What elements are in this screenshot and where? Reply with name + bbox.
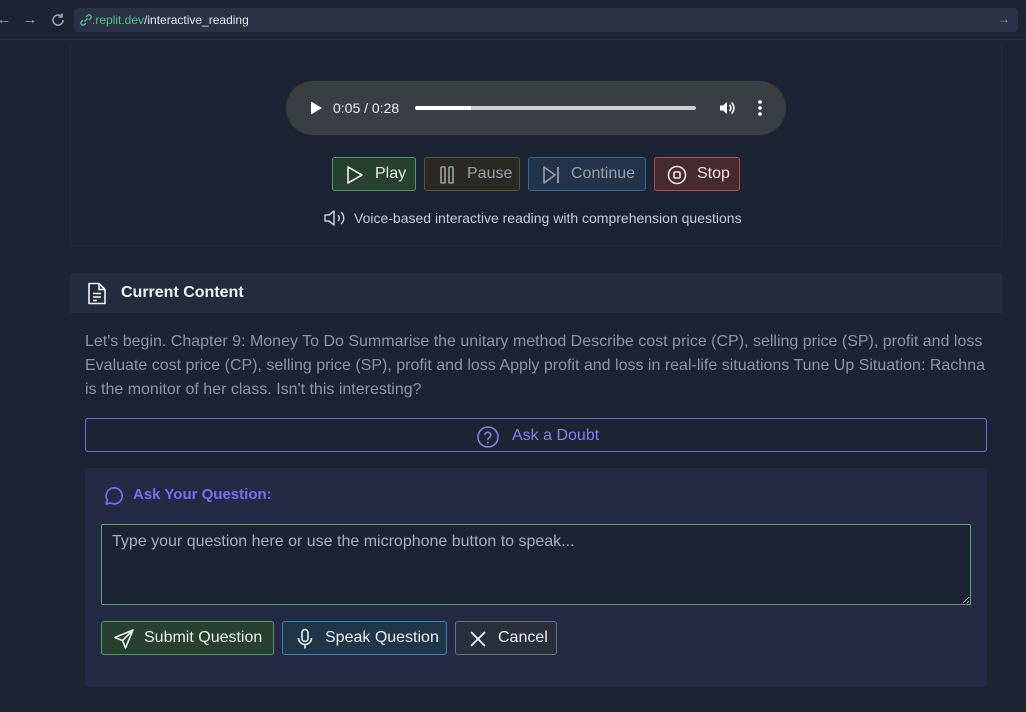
ask-doubt-inner: Ask a Doubt [476,425,600,448]
stop-button-label: Stop [697,165,730,182]
content-header: Current Content [70,273,1002,313]
cancel-label: Cancel [498,629,548,646]
ask-doubt-label: Ask a Doubt [512,427,600,444]
audio-player: 0:05 / 0:28 [286,81,786,135]
submit-question-label: Submit Question [144,629,263,646]
help-circle-icon [477,426,499,448]
stop-circle-icon [667,165,687,185]
back-icon[interactable]: ← [0,10,14,30]
stop-button[interactable]: Stop [654,157,740,191]
question-heading-text: Ask Your Question: [133,486,272,503]
close-icon [470,631,486,647]
pause-button-label: Pause [467,165,513,182]
microphone-icon [297,628,313,649]
url-text: .replit.dev/interactive_reading [92,12,249,28]
forward-icon[interactable]: → [20,10,40,30]
voice-note-text: Voice-based interactive reading with com… [354,210,742,226]
ask-doubt-button[interactable]: Ask a Doubt [85,418,987,452]
go-arrow-icon[interactable]: → [998,12,1010,26]
volume-icon[interactable] [718,99,736,117]
question-input[interactable] [101,524,971,605]
question-heading: Ask Your Question: [103,484,272,506]
content-title: Current Content [121,284,244,301]
skip-forward-icon [543,166,559,184]
pause-icon [440,166,454,184]
send-icon [114,629,134,649]
play-button-label: Play [375,165,407,182]
more-options-icon[interactable] [756,99,764,117]
url-path: /interactive_reading [144,13,249,27]
browser-toolbar: ← → .replit.dev/interactive_reading → [0,0,1026,40]
address-bar[interactable]: .replit.dev/interactive_reading → [74,8,1018,32]
continue-button-label: Continue [571,165,636,182]
message-circle-icon [105,487,124,505]
submit-question-button[interactable]: Submit Question [101,621,274,655]
voice-note: Voice-based interactive reading with com… [324,208,742,228]
play-button[interactable]: Play [332,157,416,191]
reload-icon[interactable] [48,10,68,30]
url-host: .replit.dev [92,13,145,27]
speak-question-label: Speak Question [325,629,439,646]
question-panel: Ask Your Question: Submit Question Speak… [85,468,987,687]
pause-button[interactable]: Pause [424,157,520,191]
speaker-icon [324,210,345,226]
audio-progress-fill [415,106,472,110]
continue-button[interactable]: Continue [528,157,646,191]
audio-progress-bar[interactable] [415,106,696,110]
play-icon[interactable] [308,100,324,116]
content-text: Let's begin. Chapter 9: Money To Do Summ… [85,333,985,398]
document-icon [88,282,106,305]
speak-question-button[interactable]: Speak Question [282,621,447,655]
play-icon [347,166,363,184]
cancel-button[interactable]: Cancel [455,621,557,655]
audio-time: 0:05 / 0:28 [333,100,400,116]
